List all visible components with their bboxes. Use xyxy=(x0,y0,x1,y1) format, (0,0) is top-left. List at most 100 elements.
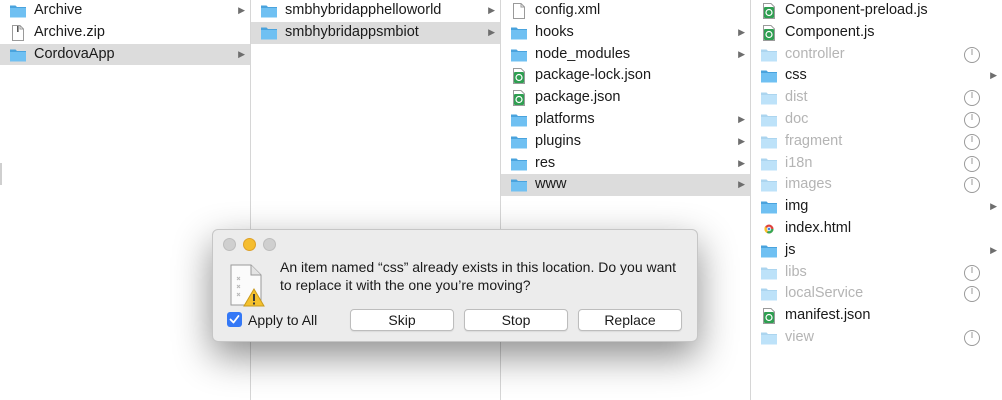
list-item[interactable]: www ▶ xyxy=(501,174,750,197)
json-file-icon xyxy=(510,68,528,85)
progress-icon xyxy=(963,285,981,303)
replace-button[interactable]: Replace xyxy=(578,309,682,331)
item-name: Archive xyxy=(34,2,83,18)
scroll-marker xyxy=(0,163,2,185)
zoom-icon[interactable] xyxy=(263,238,276,251)
xml-file-icon xyxy=(510,3,528,19)
list-item[interactable]: package.json xyxy=(501,87,750,109)
disclosure-arrow-icon: ▶ xyxy=(738,157,745,168)
item-name: smbhybridapphelloworld xyxy=(285,2,442,18)
folder-icon xyxy=(510,134,528,150)
item-name: doc xyxy=(785,110,809,127)
item-name: Component-preload.js xyxy=(785,2,928,18)
js-file-icon xyxy=(760,3,778,19)
item-name: CordovaApp xyxy=(34,45,115,62)
item-name: libs xyxy=(785,263,807,280)
folder-icon xyxy=(760,156,778,172)
list-item[interactable]: libs xyxy=(751,262,1002,284)
item-name: dist xyxy=(785,89,808,106)
apply-to-all-checkbox[interactable] xyxy=(227,312,242,327)
list-item[interactable]: css ▶ xyxy=(751,65,1002,87)
folder-icon xyxy=(760,199,778,215)
item-name: img xyxy=(785,198,809,215)
folder-icon xyxy=(510,156,528,172)
item-name: manifest.json xyxy=(785,307,871,324)
list-item[interactable]: localService xyxy=(751,283,1002,305)
skip-button[interactable]: Skip xyxy=(350,309,454,331)
folder-icon xyxy=(510,25,528,41)
item-name: hooks xyxy=(535,23,574,40)
folder-icon xyxy=(510,47,528,63)
list-item[interactable]: Component-preload.js xyxy=(751,0,1002,22)
disclosure-arrow-icon: ▶ xyxy=(738,113,745,124)
disclosure-arrow-icon: ▶ xyxy=(738,135,745,146)
folder-icon xyxy=(510,177,528,193)
list-item[interactable]: manifest.json xyxy=(751,305,1002,327)
list-item[interactable]: i18n xyxy=(751,153,1002,175)
list-item[interactable]: CordovaApp ▶ xyxy=(0,43,250,66)
list-item[interactable]: dist xyxy=(751,87,1002,109)
disclosure-arrow-icon: ▶ xyxy=(738,26,745,37)
folder-icon xyxy=(510,112,528,128)
list-item[interactable]: plugins ▶ xyxy=(501,131,750,153)
json-file-icon xyxy=(510,90,528,107)
list-item[interactable]: res ▶ xyxy=(501,153,750,175)
folder-icon xyxy=(760,330,778,346)
list-item[interactable]: Component.js xyxy=(751,22,1002,44)
column-4[interactable]: Component-preload.js Component.js controll… xyxy=(751,0,1002,400)
stop-button[interactable]: Stop xyxy=(464,309,568,331)
folder-icon xyxy=(760,47,778,63)
list-item[interactable]: view xyxy=(751,327,1002,349)
folder-icon xyxy=(260,3,278,19)
folder-icon xyxy=(9,47,27,63)
progress-icon xyxy=(963,176,981,194)
list-item[interactable]: smbhybridapphelloworld ▶ xyxy=(251,0,500,22)
folder-icon xyxy=(260,25,278,41)
list-item[interactable]: node_modules ▶ xyxy=(501,44,750,66)
item-name: Archive.zip xyxy=(34,23,105,40)
close-icon[interactable] xyxy=(223,238,236,251)
item-name: images xyxy=(785,176,832,193)
list-item[interactable]: doc xyxy=(751,109,1002,131)
item-name: package.json xyxy=(535,89,621,106)
minimize-icon[interactable] xyxy=(243,238,256,251)
item-name: css xyxy=(785,67,807,84)
item-name: index.html xyxy=(785,219,852,236)
list-item[interactable]: index.html xyxy=(751,218,1002,240)
html-file-icon xyxy=(760,221,778,237)
disclosure-arrow-icon: ▶ xyxy=(738,48,745,59)
item-name: www xyxy=(535,176,567,193)
list-item[interactable]: platforms ▶ xyxy=(501,109,750,131)
list-item[interactable]: package-lock.json xyxy=(501,65,750,87)
list-item[interactable]: fragment xyxy=(751,131,1002,153)
document-warning-icon xyxy=(227,263,267,307)
progress-icon xyxy=(963,133,981,151)
item-name: platforms xyxy=(535,110,595,127)
list-item[interactable]: Archive.zip xyxy=(0,22,250,44)
folder-icon xyxy=(760,265,778,281)
disclosure-arrow-icon: ▶ xyxy=(238,48,245,59)
list-item[interactable]: images xyxy=(751,174,1002,196)
folder-icon xyxy=(760,90,778,106)
folder-icon xyxy=(760,134,778,150)
list-item[interactable]: Archive ▶ xyxy=(0,0,250,22)
folder-icon xyxy=(760,286,778,302)
apply-to-all-label[interactable]: Apply to All xyxy=(248,312,317,328)
item-name: config.xml xyxy=(535,2,601,18)
list-item[interactable]: img ▶ xyxy=(751,196,1002,218)
disclosure-arrow-icon: ▶ xyxy=(488,5,495,15)
zip-file-icon xyxy=(9,24,27,41)
list-item[interactable]: hooks ▶ xyxy=(501,22,750,44)
list-item[interactable]: controller xyxy=(751,44,1002,66)
progress-icon xyxy=(963,46,981,64)
item-name: view xyxy=(785,328,815,345)
folder-icon xyxy=(760,177,778,193)
progress-icon xyxy=(963,155,981,173)
list-item[interactable]: js ▶ xyxy=(751,240,1002,262)
checkmark-icon xyxy=(229,315,240,324)
json-file-icon xyxy=(760,308,778,325)
item-name: localService xyxy=(785,285,864,302)
item-name: plugins xyxy=(535,132,581,149)
list-item[interactable]: smbhybridappsmbiot ▶ xyxy=(251,21,500,44)
list-item[interactable]: config.xml xyxy=(501,0,750,22)
